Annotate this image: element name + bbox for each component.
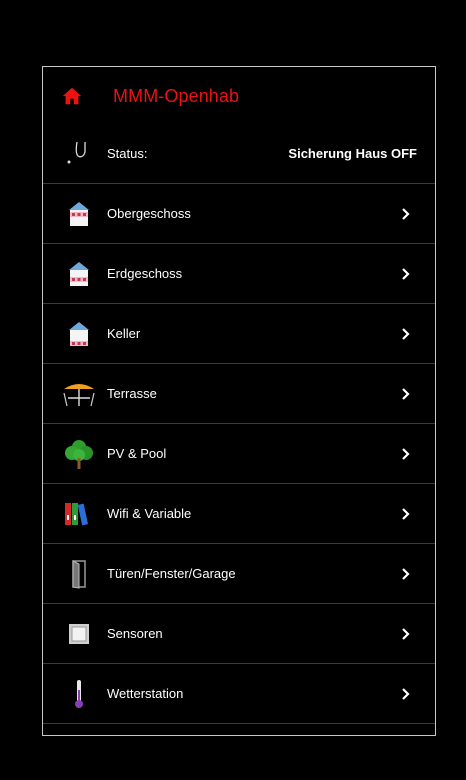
openhab-panel: MMM-Openhab Status: Sicherung Haus OFF O… xyxy=(42,66,436,736)
menu-item-label: Keller xyxy=(107,326,141,341)
status-label: Status: xyxy=(107,145,148,161)
menu-item-wifi-variable[interactable]: Wifi & Variable xyxy=(43,483,435,543)
chevron-right-icon xyxy=(402,627,410,640)
chevron-right-icon xyxy=(402,447,410,460)
menu-item-label: Terrasse xyxy=(107,386,157,401)
menu-item-terrasse[interactable]: Terrasse xyxy=(43,363,435,423)
binders-icon xyxy=(61,499,97,529)
menu-item-label: Sensoren xyxy=(107,626,163,641)
menu-item-label: Wetterstation xyxy=(107,686,184,701)
chevron-right-icon xyxy=(402,687,410,700)
house-icon xyxy=(61,259,97,289)
menu-item-label: PV & Pool xyxy=(107,446,167,461)
menu-item-pv-pool[interactable]: PV & Pool xyxy=(43,423,435,483)
menu-item-label: Türen/Fenster/Garage xyxy=(107,566,236,581)
menu-item-tueren-fenster-garage[interactable]: Türen/Fenster/Garage xyxy=(43,543,435,603)
house-icon xyxy=(61,319,97,349)
parasol-table-icon xyxy=(61,379,97,409)
menu-item-wetterstation[interactable]: Wetterstation xyxy=(43,663,435,723)
alarm-icon xyxy=(61,138,97,168)
chevron-right-icon xyxy=(402,267,410,280)
menu-item-label: Wifi & Variable xyxy=(107,506,192,521)
tree-icon xyxy=(61,439,97,469)
status-row: Status: Sicherung Haus OFF xyxy=(43,123,435,183)
house-icon xyxy=(61,199,97,229)
chevron-right-icon xyxy=(402,507,410,520)
door-icon xyxy=(61,559,97,589)
chevron-right-icon xyxy=(402,327,410,340)
frame-icon xyxy=(61,619,97,649)
thermometer-icon xyxy=(61,679,97,709)
menu-item-label: Obergeschoss xyxy=(107,206,191,221)
menu-item-keller[interactable]: Keller xyxy=(43,303,435,363)
chevron-right-icon xyxy=(402,387,410,400)
list-bottom-divider xyxy=(43,723,435,724)
chevron-right-icon xyxy=(402,207,410,220)
menu-item-erdgeschoss[interactable]: Erdgeschoss xyxy=(43,243,435,303)
home-icon[interactable] xyxy=(61,85,83,107)
page-title: MMM-Openhab xyxy=(113,85,240,106)
menu-item-obergeschoss[interactable]: Obergeschoss xyxy=(43,183,435,243)
panel-header: MMM-Openhab xyxy=(43,67,435,125)
menu-item-label: Erdgeschoss xyxy=(107,266,183,281)
status-value: Sicherung Haus OFF xyxy=(288,145,417,161)
menu-item-sensoren[interactable]: Sensoren xyxy=(43,603,435,663)
chevron-right-icon xyxy=(402,567,410,580)
